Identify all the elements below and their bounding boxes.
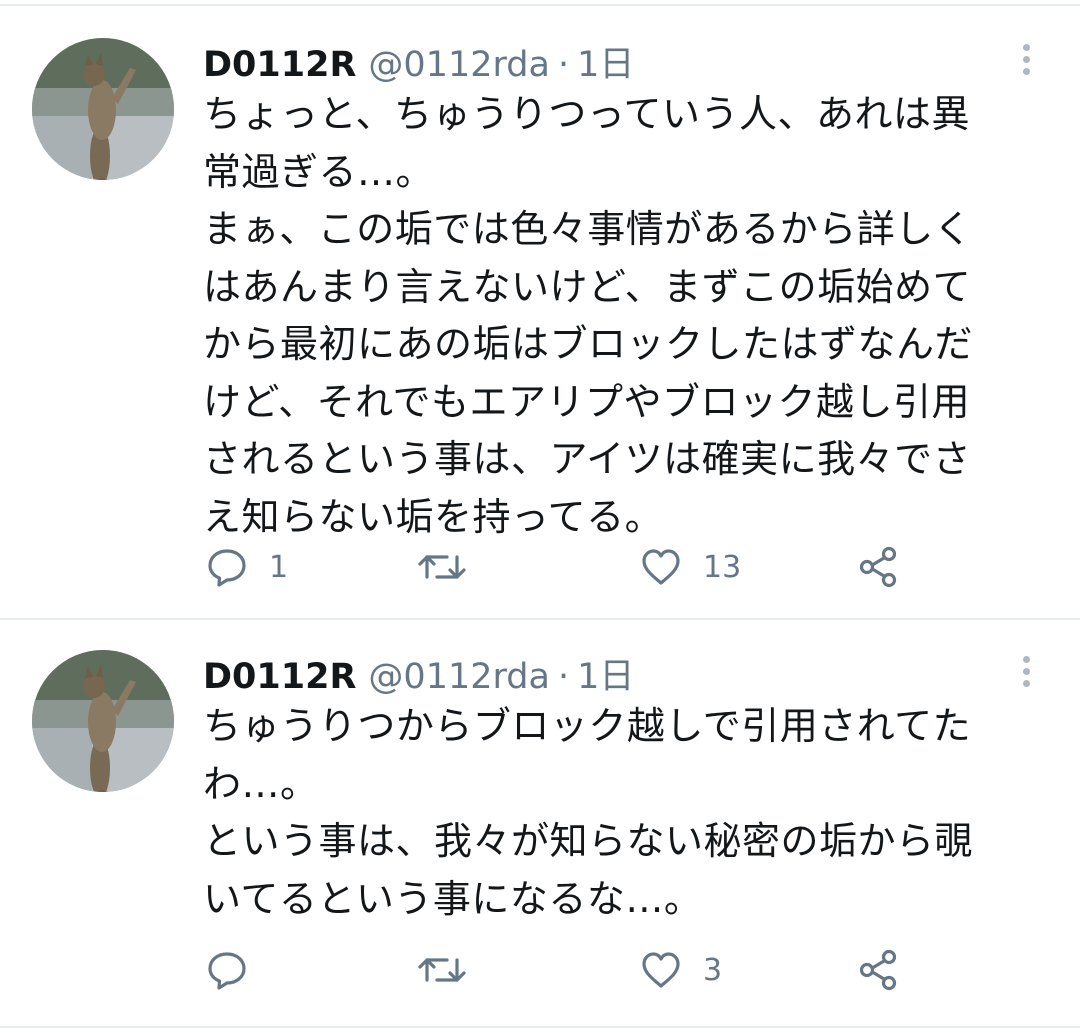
reply-count: 1 — [269, 549, 289, 585]
tweet-text-line: から最初にあの垢はブロックしたはずなんだ — [203, 322, 974, 366]
tweet[interactable]: D0112R @0112rda · 1日 ちゅうりつからブロック越しで引用されて… — [0, 620, 1080, 1025]
tweet-text-line: わ…。 — [203, 761, 319, 806]
retweet-icon — [418, 555, 466, 579]
tweet-text-line: 常過ぎる…。 — [203, 149, 435, 194]
display-name[interactable]: D0112R — [203, 657, 356, 697]
share-button[interactable] — [857, 542, 901, 592]
heart-icon — [642, 952, 680, 988]
cat-photo-avatar-image — [32, 650, 174, 792]
retweet-icon — [418, 958, 466, 982]
like-button[interactable]: 3 — [639, 945, 722, 995]
tweet-text: ちょっと、ちゅうりつっていう人、あれは異 常過ぎる…。 まぁ、この垢では色々事情… — [203, 86, 1053, 546]
retweet-button[interactable] — [417, 542, 487, 592]
user-handle[interactable]: @0112rda — [368, 45, 550, 85]
separator-dot: · — [557, 45, 570, 85]
like-count: 3 — [703, 952, 723, 988]
share-icon — [859, 949, 897, 991]
more-vertical-icon[interactable] — [1012, 652, 1042, 692]
tweet-header: D0112R @0112rda · 1日 — [203, 648, 634, 697]
tweet-text-line: されるという事は、アイツは確実に我々でさ — [203, 437, 972, 481]
reply-button[interactable] — [205, 945, 269, 995]
tweet-text-line: けど、それでもエアリプやブロック越し引用 — [203, 379, 970, 424]
avatar[interactable] — [32, 650, 174, 792]
reply-icon — [208, 952, 246, 990]
like-button[interactable]: 13 — [639, 542, 741, 592]
tweet-actions: 1 13 — [203, 542, 923, 592]
tweet-text-line: という事は、我々が知らない秘密の垢から覗 — [203, 819, 974, 863]
tweet-text-line: ちょっと、ちゅうりつっていう人、あれは異 — [203, 92, 970, 136]
share-button[interactable] — [857, 945, 901, 995]
heart-icon — [642, 549, 680, 585]
reply-button[interactable]: 1 — [205, 542, 288, 592]
like-count: 13 — [703, 549, 742, 585]
tweet-text-line: まぁ、この垢では色々事情があるから詳しく — [203, 207, 973, 251]
avatar[interactable] — [32, 38, 174, 180]
display-name[interactable]: D0112R — [203, 45, 356, 85]
tweet-text-line: ちゅうりつからブロック越しで引用されてた — [203, 704, 972, 748]
tweet-header: D0112R @0112rda · 1日 — [203, 36, 634, 85]
tweet-actions: 3 — [203, 945, 923, 995]
tweet-text: ちゅうりつからブロック越しで引用されてた わ…。 という事は、我々が知らない秘密… — [203, 698, 1053, 928]
timestamp[interactable]: 1日 — [577, 36, 634, 87]
separator-dot: · — [557, 657, 570, 697]
share-icon — [859, 546, 897, 588]
retweet-button[interactable] — [417, 945, 487, 995]
timeline: D0112R @0112rda · 1日 ちょっと、ちゅうりつっていう人、あれは… — [0, 0, 1080, 1033]
top-divider — [0, 4, 1080, 6]
reply-icon — [208, 549, 246, 587]
more-vertical-icon[interactable] — [1012, 40, 1042, 80]
cat-photo-avatar-image — [32, 38, 174, 180]
user-handle[interactable]: @0112rda — [368, 657, 550, 697]
tweet[interactable]: D0112R @0112rda · 1日 ちょっと、ちゅうりつっていう人、あれは… — [0, 8, 1080, 618]
tweet-text-line: はあんまり言えないけど、まずこの垢始めて — [203, 264, 972, 309]
tweet-text-line: いてるという事になるな…。 — [203, 876, 703, 921]
tweet-text-line: え知らない垢を持ってる。 — [203, 494, 664, 539]
tweet-divider — [0, 1026, 1080, 1028]
timestamp[interactable]: 1日 — [577, 648, 634, 699]
